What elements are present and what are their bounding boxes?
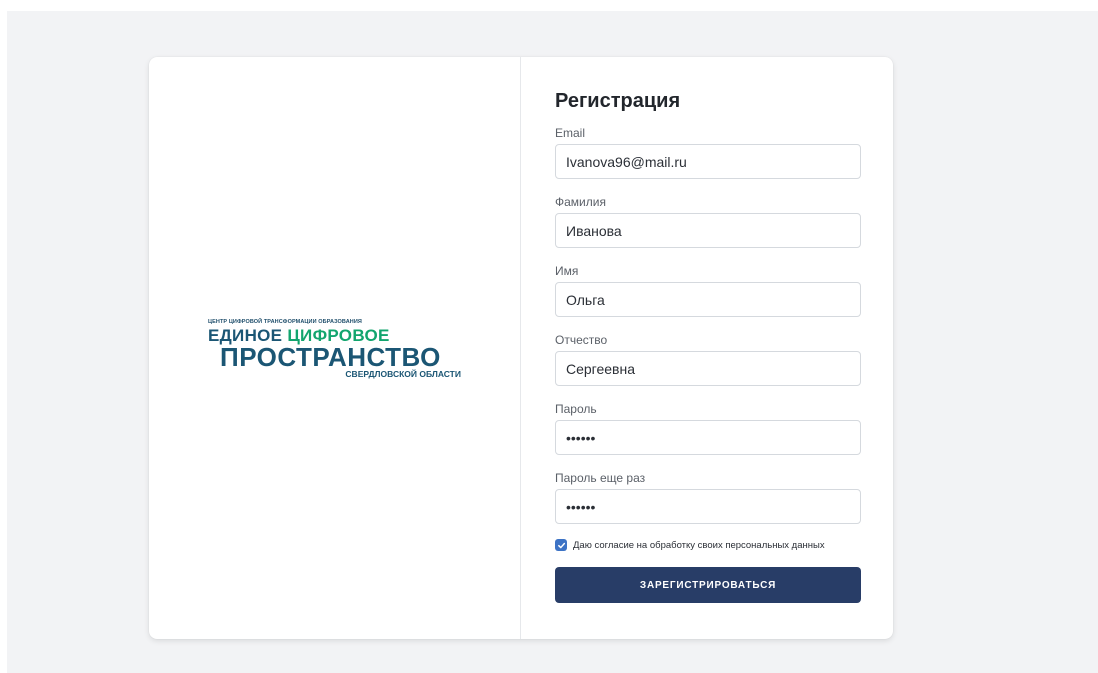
logo-line-2: ПРОСТРАНСТВО	[220, 342, 441, 372]
consent-label: Даю согласие на обработку своих персонал…	[573, 539, 825, 551]
form-panel: Регистрация Email Фамилия Имя Отчество П…	[521, 57, 893, 639]
consent-checkbox[interactable]	[555, 539, 567, 551]
logo-subtitle: ЦЕНТР ЦИФРОВОЙ ТРАНСФОРМАЦИИ ОБРАЗОВАНИЯ	[208, 319, 362, 325]
registration-form: Регистрация Email Фамилия Имя Отчество П…	[555, 90, 861, 603]
email-label: Email	[555, 126, 586, 140]
password-field[interactable]	[555, 420, 861, 455]
last-name-group: Фамилия	[555, 195, 861, 248]
password-repeat-field[interactable]	[555, 489, 861, 524]
patronymic-field[interactable]	[555, 351, 861, 386]
patronymic-label: Отчество	[555, 333, 608, 347]
form-title: Регистрация	[555, 90, 681, 112]
consent-row: Даю согласие на обработку своих персонал…	[555, 538, 861, 552]
password-label: Пароль	[555, 402, 597, 416]
registration-card: ЦЕНТР ЦИФРОВОЙ ТРАНСФОРМАЦИИ ОБРАЗОВАНИЯ…	[149, 57, 893, 639]
email-field[interactable]	[555, 144, 861, 179]
password-repeat-label: Пароль еще раз	[555, 471, 646, 485]
password-repeat-group: Пароль еще раз	[555, 471, 861, 524]
logo: ЦЕНТР ЦИФРОВОЙ ТРАНСФОРМАЦИИ ОБРАЗОВАНИЯ…	[208, 319, 468, 379]
first-name-group: Имя	[555, 264, 861, 317]
checkmark-icon	[557, 542, 565, 548]
register-button[interactable]: ЗАРЕГИСТРИРОВАТЬСЯ	[555, 567, 861, 603]
email-group: Email	[555, 126, 861, 179]
last-name-label: Фамилия	[555, 195, 606, 209]
first-name-label: Имя	[555, 264, 579, 278]
brand-panel: ЦЕНТР ЦИФРОВОЙ ТРАНСФОРМАЦИИ ОБРАЗОВАНИЯ…	[149, 57, 521, 639]
first-name-field[interactable]	[555, 282, 861, 317]
last-name-field[interactable]	[555, 213, 861, 248]
password-group: Пароль	[555, 402, 861, 455]
patronymic-group: Отчество	[555, 333, 861, 386]
